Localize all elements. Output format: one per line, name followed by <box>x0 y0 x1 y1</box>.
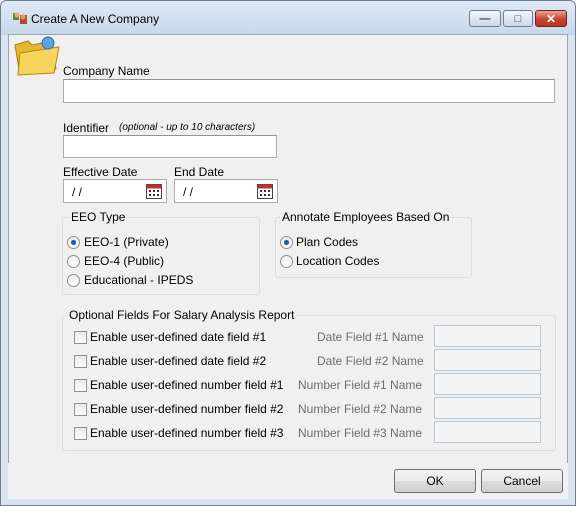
eeo1-label[interactable]: EEO-1 (Private) <box>84 235 169 249</box>
number-field-3-checkbox[interactable] <box>74 427 87 440</box>
date-field-2-name-label: Date Field #2 Name <box>317 354 424 368</box>
plan-codes-radio[interactable] <box>280 236 293 249</box>
end-date-input[interactable]: / / <box>174 179 278 203</box>
optional-fields-title: Optional Fields For Salary Analysis Repo… <box>67 308 297 322</box>
title-bar[interactable]: Create A New Company — □ ✕ <box>1 1 575 35</box>
button-bar: OK Cancel <box>8 463 568 499</box>
close-icon: ✕ <box>545 11 557 26</box>
date-field-1-checkbox[interactable] <box>74 331 87 344</box>
plan-codes-label[interactable]: Plan Codes <box>296 235 358 249</box>
number-field-2-name-input[interactable] <box>434 397 541 419</box>
ipeds-radio[interactable] <box>67 274 80 287</box>
end-date-value: / / <box>183 185 194 199</box>
ipeds-label[interactable]: Educational - IPEDS <box>84 273 193 287</box>
date-field-2-name-input[interactable] <box>434 349 541 371</box>
date-field-1-label[interactable]: Enable user-defined date field #1 <box>90 330 266 344</box>
effective-date-input[interactable]: / / <box>63 179 167 203</box>
location-codes-radio[interactable] <box>280 255 293 268</box>
number-field-2-label[interactable]: Enable user-defined number field #2 <box>90 402 283 416</box>
effective-date-label: Effective Date <box>63 165 138 179</box>
date-field-2-checkbox[interactable] <box>74 355 87 368</box>
number-field-1-name-label: Number Field #1 Name <box>298 378 423 392</box>
app-icon <box>13 12 27 24</box>
end-date-label: End Date <box>174 165 225 179</box>
number-field-1-label[interactable]: Enable user-defined number field #1 <box>90 378 283 392</box>
dialog-body: Company Name Identifier (optional - up t… <box>8 34 568 464</box>
close-button[interactable]: ✕ <box>535 10 567 27</box>
date-field-1-name-input[interactable] <box>434 325 541 347</box>
number-field-2-name-label: Number Field #2 Name <box>298 402 423 416</box>
eeo1-radio[interactable] <box>67 236 80 249</box>
cancel-button[interactable]: Cancel <box>481 469 563 493</box>
maximize-icon: □ <box>514 12 522 25</box>
ok-button[interactable]: OK <box>394 469 476 493</box>
eeo4-radio[interactable] <box>67 255 80 268</box>
number-field-1-checkbox[interactable] <box>74 379 87 392</box>
number-field-3-name-input[interactable] <box>434 421 541 443</box>
identifier-label: Identifier <box>63 121 110 135</box>
minimize-button[interactable]: — <box>469 10 501 27</box>
identifier-input[interactable] <box>63 135 277 158</box>
number-field-3-label[interactable]: Enable user-defined number field #3 <box>90 426 283 440</box>
company-name-input[interactable] <box>63 79 555 103</box>
number-field-3-name-label: Number Field #3 Name <box>298 426 423 440</box>
annotate-title: Annotate Employees Based On <box>280 210 452 224</box>
eeo4-label[interactable]: EEO-4 (Public) <box>84 254 164 268</box>
company-name-label: Company Name <box>63 64 150 78</box>
eeo-type-title: EEO Type <box>69 210 128 224</box>
calendar-icon[interactable] <box>257 183 273 199</box>
number-field-2-checkbox[interactable] <box>74 403 87 416</box>
folder-icon <box>14 36 60 76</box>
identifier-hint: (optional - up to 10 characters) <box>119 122 256 133</box>
dialog-window: Create A New Company — □ ✕ Company Name … <box>0 0 576 506</box>
number-field-1-name-input[interactable] <box>434 373 541 395</box>
maximize-button[interactable]: □ <box>503 10 533 27</box>
effective-date-value: / / <box>72 185 83 199</box>
calendar-icon[interactable] <box>146 183 162 199</box>
minimize-icon: — <box>479 12 491 25</box>
date-field-2-label[interactable]: Enable user-defined date field #2 <box>90 354 266 368</box>
location-codes-label[interactable]: Location Codes <box>296 254 379 268</box>
date-field-1-name-label: Date Field #1 Name <box>317 330 424 344</box>
window-title: Create A New Company <box>31 12 160 26</box>
